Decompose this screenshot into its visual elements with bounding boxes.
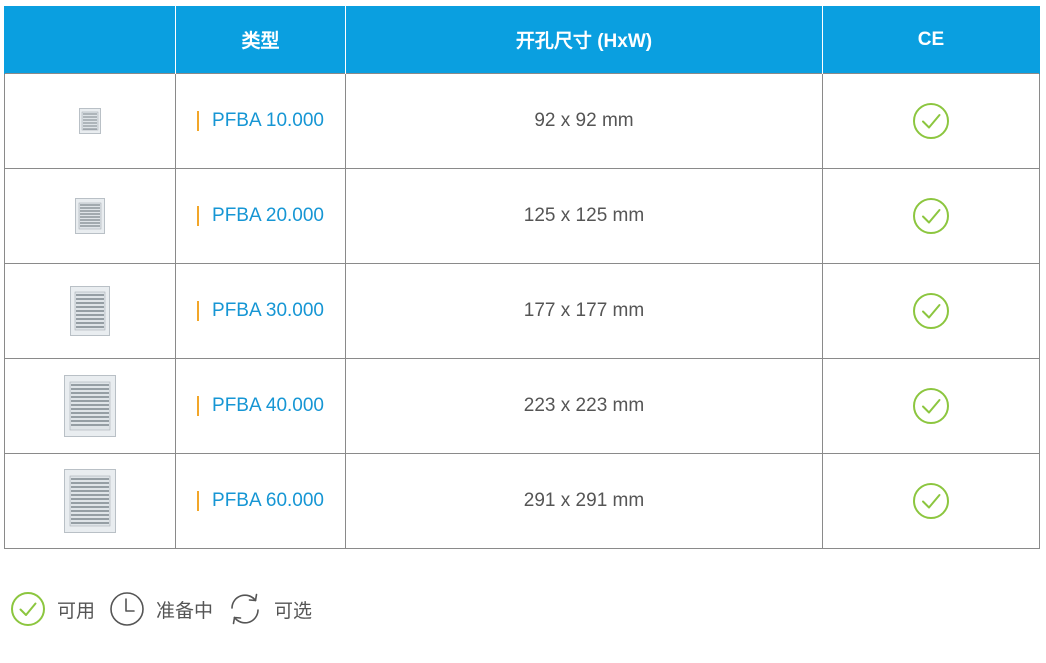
table-row: PFBA 60.000 291 x 291 mm — [4, 453, 1040, 549]
legend-available-label: 可用 — [57, 600, 96, 622]
accent-bar — [197, 300, 200, 321]
table-row: PFBA 10.000 92 x 92 mm — [4, 73, 1040, 169]
check-circle-icon — [913, 198, 949, 234]
product-table: 类型 开孔尺寸 (HxW) CE PFBA 10.000 92 x 92 mm … — [4, 6, 1040, 549]
product-image-cell — [4, 73, 176, 169]
product-image-cell — [4, 168, 176, 264]
check-circle-icon — [913, 388, 949, 424]
accent-bar — [197, 395, 200, 416]
ce-cell — [822, 168, 1040, 264]
status-legend: 可用 准备中 可选 — [10, 590, 326, 628]
product-image-cell — [4, 358, 176, 454]
accent-bar — [197, 205, 200, 226]
check-circle-icon — [913, 483, 949, 519]
ce-cell — [822, 453, 1040, 549]
product-link[interactable]: PFBA 20.000 — [212, 205, 324, 226]
type-cell: PFBA 10.000 — [175, 73, 346, 169]
filter-fan-image — [79, 108, 101, 134]
table-row: PFBA 40.000 223 x 223 mm — [4, 358, 1040, 454]
product-image-cell — [4, 453, 176, 549]
type-cell: PFBA 20.000 — [175, 168, 346, 264]
filter-fan-image — [75, 198, 105, 234]
legend-in-preparation-label: 准备中 — [156, 600, 214, 622]
product-link[interactable]: PFBA 10.000 — [212, 110, 324, 131]
accent-bar — [197, 490, 200, 511]
product-link[interactable]: PFBA 30.000 — [212, 300, 324, 321]
product-image-cell — [4, 263, 176, 359]
header-ce: CE — [822, 6, 1040, 74]
cutout-size-cell: 177 x 177 mm — [345, 263, 823, 359]
cutout-size-cell: 223 x 223 mm — [345, 358, 823, 454]
filter-fan-image — [64, 469, 116, 533]
ce-cell — [822, 263, 1040, 359]
legend-optional-label: 可选 — [274, 600, 313, 622]
product-link[interactable]: PFBA 40.000 — [212, 395, 324, 416]
type-cell: PFBA 60.000 — [175, 453, 346, 549]
ce-cell — [822, 358, 1040, 454]
type-cell: PFBA 30.000 — [175, 263, 346, 359]
header-cutout-size: 开孔尺寸 (HxW) — [345, 6, 823, 74]
cutout-size-cell: 92 x 92 mm — [345, 73, 823, 169]
check-circle-icon — [11, 592, 45, 626]
table-row: PFBA 20.000 125 x 125 mm — [4, 168, 1040, 264]
check-circle-icon — [913, 103, 949, 139]
cutout-size-cell: 125 x 125 mm — [345, 168, 823, 264]
header-image — [4, 6, 176, 74]
type-cell: PFBA 40.000 — [175, 358, 346, 454]
ce-cell — [822, 73, 1040, 169]
clock-icon — [110, 592, 144, 626]
refresh-icon — [231, 593, 259, 625]
table-header-row: 类型 开孔尺寸 (HxW) CE — [4, 6, 1040, 74]
filter-fan-image — [70, 286, 110, 336]
product-link[interactable]: PFBA 60.000 — [212, 490, 324, 511]
accent-bar — [197, 110, 200, 131]
check-circle-icon — [913, 293, 949, 329]
table-row: PFBA 30.000 177 x 177 mm — [4, 263, 1040, 359]
filter-fan-image — [64, 375, 116, 437]
header-type: 类型 — [175, 6, 346, 74]
cutout-size-cell: 291 x 291 mm — [345, 453, 823, 549]
